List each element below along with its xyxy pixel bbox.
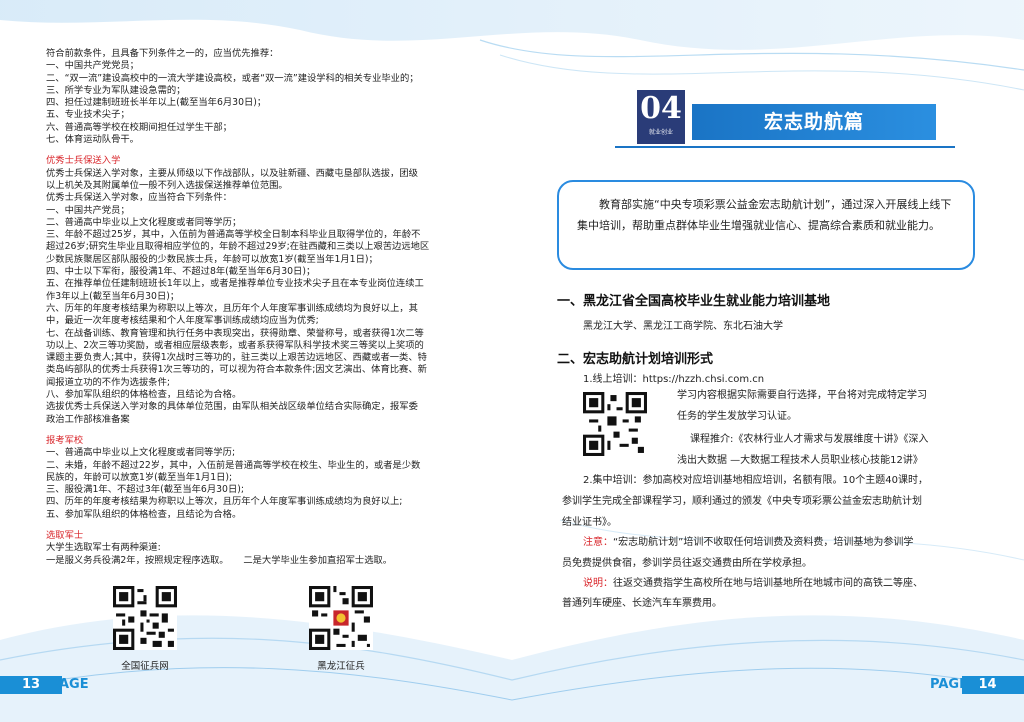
course-line: 课程推介:《农林行业人才需求与发展维度十讲》《深入 xyxy=(690,434,929,445)
training-base-list: 黑龙江大学、黑龙江工商学院、东北石油大学 xyxy=(583,321,783,332)
chapter-number-badge: 04 就业创业 xyxy=(637,90,685,144)
offline-line: 2.集中培训：参加高校对应培训基地相应培训，名额有限。10个主题40课时， xyxy=(583,475,928,486)
section1-line: 课题主要负责人;其中，获得1次战时三等功的，驻三类以上艰苦边远地区、西藏或者一类… xyxy=(46,352,427,364)
section1-line: 六、历年的年度考核结果为称职以上等次，且历年个人年度军事训练成绩均为良好以上，其 xyxy=(46,302,418,314)
course-line: 浅出大数据 —大数据工程技术人员职业核心技能12讲》 xyxy=(677,455,923,466)
section-title-military-academy: 报考军校 xyxy=(46,434,84,446)
section1-line: 政治工作部核准备案 xyxy=(46,413,130,425)
note-line: 注意：“宏志助航计划”培训不收取任何培训费及资料费，培训基地为参训学 xyxy=(583,532,913,553)
section1-line: 八、参加军队组织的体格检查，且结论为合格。 xyxy=(46,389,242,401)
chapter-underline xyxy=(615,146,955,148)
section1-line: 五、在推荐单位任建制班班长1年以上，或者是推荐单位专业技术尖子且在本专业岗位连续… xyxy=(46,278,424,290)
qr-block-heilongjiang-recruitment[interactable]: 黑龙江征兵 xyxy=(296,586,386,672)
section1-line: 七、在战备训练、教育管理和执行任务中表现突出，获得勋章、荣誉称号，或者获得1次二… xyxy=(46,327,424,339)
section-title-sergeant-selection: 选取军士 xyxy=(46,529,84,541)
section2-line: 三、服役满1年、不超过3年(截至当年6月30日); xyxy=(46,484,245,496)
left-qr-row: 全国征兵网 黑龙江征兵 xyxy=(100,586,400,676)
online-desc-line: 任务的学生发放学习认证。 xyxy=(677,411,797,422)
section1-line: 超过26岁;研究生毕业且取得相应学位的，年龄不超过29岁;在驻西藏和三类以上艰苦… xyxy=(46,241,430,253)
intro-line: 二、“双一流”建设高校中的一流大学建设高校，或者“双一流”建设学科的相关专业毕业… xyxy=(46,72,419,84)
qr-caption-heilongjiang: 黑龙江征兵 xyxy=(317,661,365,672)
section1-line: 选拔优秀士兵保送入学对象的具体单位范围，由军队相关战区级单位结合实际确定，报军委 xyxy=(46,401,418,413)
intro-line: 符合前款条件，且具备下列条件之一的，应当优先推荐： xyxy=(46,48,279,59)
section1-line: 四、中士以下军衔，服役满1年、不超过8年(截至当年6月30日)； xyxy=(46,266,316,278)
offline-line: 参训学生完成全部课程学习，顺利通过的颁发《中央专项彩票公益金宏志助航计划 xyxy=(562,496,922,507)
intro-line: 三、所学专业为军队建设急需的； xyxy=(46,84,186,96)
qr-code-icon[interactable] xyxy=(309,586,373,650)
section-title-soldier-admission: 优秀士兵保送入学 xyxy=(46,155,121,167)
explain-text: 往返交通费指学生高校所在地与培训基地所在地城市间的高铁二等座、 xyxy=(613,578,923,589)
section1-line: 中，最近一次年度考核结果和个人年度军事训练成绩均应当为优秀; xyxy=(46,315,319,327)
explain-line: 说明：往返交通费指学生高校所在地与培训基地所在地城市间的高铁二等座、 xyxy=(583,573,923,594)
intro-line: 七、体育运动队骨干。 xyxy=(46,134,139,146)
left-page-content: 符合前款条件，且具备下列条件之一的，应当优先推荐： 一、中国共产党党员； 二、“… xyxy=(46,48,472,567)
qr-code-icon[interactable] xyxy=(583,392,647,456)
section3-line: 一是服义务兵役满2年，按照规定程序选取。 二是大学毕业生参加直招军士选取。 xyxy=(46,554,393,566)
section1-line: 少数民族聚居区部队服役的少数民族士兵，年龄可以放宽1岁(截至当年1月1日)； xyxy=(46,253,378,265)
heading-training-base: 一、黑龙江省全国高校毕业生就业能力培训基地 xyxy=(557,294,831,309)
qr-block-national-recruitment[interactable]: 全国征兵网 xyxy=(100,586,190,672)
explain-label: 说明： xyxy=(583,578,613,589)
section1-line: 优秀士兵保送入学对象，主要从师级以下作战部队，以及驻新疆、西藏屯垦部队选拔，团级 xyxy=(46,167,418,179)
offline-line: 结业证书》。 xyxy=(562,517,617,528)
chapter-title: 宏志助航篇 xyxy=(692,104,936,140)
intro-box: 教育部实施“中央专项彩票公益金宏志助航计划”，通过深入开展线上线下集中培训，帮助… xyxy=(557,180,975,270)
explain-line: 普通列车硬座、长途汽车车票费用。 xyxy=(562,598,722,609)
section1-line: 作3年以上(截至当年6月30日)； xyxy=(46,290,180,302)
chapter-number: 04 xyxy=(640,91,682,126)
section2-line: 二、未婚，年龄不超过22岁，其中，入伍前是普通高等学校在校生、毕业生的，或者是少… xyxy=(46,459,421,471)
qr-code-icon[interactable] xyxy=(113,586,177,650)
section1-line: 闻报道立功的不作为选拔条件; xyxy=(46,376,170,388)
section2-line: 四、历年的年度考核结果为称职以上等次，且历年个人年度军事训练成绩均为良好以上; xyxy=(46,496,403,508)
section1-line: 一、中国共产党员； xyxy=(46,204,130,216)
section1-line: 三、年龄不超过25岁，其中，入伍前为普通高等学校全日制本科毕业且取得学位的，年龄… xyxy=(46,229,421,241)
intro-line: 五、专业技术尖子； xyxy=(46,109,130,121)
section1-line: 以上机关及其附属单位一般不列入选拔保送推荐单位范围。 xyxy=(46,179,288,191)
intro-line: 四、担任过建制班班长半年以上(截至当年6月30日)； xyxy=(46,97,267,109)
chapter-small-label: 就业创业 xyxy=(648,129,673,136)
page-word-left: PAGE xyxy=(50,677,89,692)
note-label: 注意： xyxy=(583,537,613,548)
section1-line: 优秀士兵保送入学对象，应当符合下列条件： xyxy=(46,192,232,204)
page-word-right: PAGE xyxy=(930,677,968,692)
intro-line: 六、普通高等学校在校期间担任过学生干部； xyxy=(46,121,232,133)
section1-line: 功以上、2次三等功奖励，或者相应层级表彰，或者系获得军队科学技术奖三等奖以上奖项… xyxy=(46,339,424,351)
page-number-right: PAGE 14 xyxy=(930,676,997,694)
section3-line: 大学生选取军士有两种渠道: xyxy=(46,542,161,554)
note-text: “宏志助航计划”培训不收取任何培训费及资料费，培训基地为参训学 xyxy=(613,537,914,548)
section1-line: 二、普通高中毕业以上文化程度或者同等学历； xyxy=(46,216,242,228)
section2-line: 五、参加军队组织的体格检查，且结论为合格。 xyxy=(46,508,242,520)
page-number-left-num: 13 xyxy=(22,677,41,692)
intro-line: 一、中国共产党党员； xyxy=(46,60,139,72)
note-line: 员免费提供食宿，参训学员往返交通费由所在学校承担。 xyxy=(562,558,812,569)
page-number-right-num: 14 xyxy=(978,677,997,692)
section2-line: 民族的，年龄可以放宽1岁(截至当年1月1日); xyxy=(46,471,233,483)
page-number-left: 13 PAGE xyxy=(22,676,89,694)
section1-line: 类岛屿部队的优秀士兵获得1次三等功的，可以视为符合本款条件;因文艺演出、体育比赛… xyxy=(46,364,427,376)
online-desc-line: 学习内容根据实际需要自行选择，平台将对完成特定学习 xyxy=(677,390,927,401)
section2-line: 一、普通高中毕业以上文化程度或者同等学历; xyxy=(46,447,236,459)
heading-training-format: 二、宏志助航计划培训形式 xyxy=(557,352,714,367)
qr-caption-national: 全国征兵网 xyxy=(121,661,169,672)
